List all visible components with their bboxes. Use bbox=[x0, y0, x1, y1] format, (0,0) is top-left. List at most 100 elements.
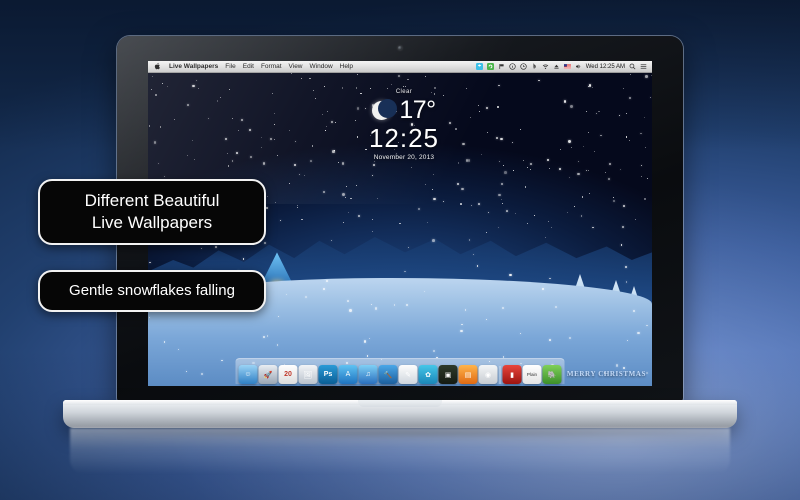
star bbox=[288, 129, 290, 131]
menu-item-format[interactable]: Format bbox=[261, 63, 282, 70]
wifi-icon[interactable] bbox=[542, 63, 549, 70]
callout-1-line-1: Different Beautiful bbox=[84, 191, 220, 211]
dock-icon-chrome[interactable]: ◉ bbox=[478, 365, 498, 384]
dock-icon-launchpad[interactable]: 🚀 bbox=[258, 365, 278, 384]
dock-icon-gameboy[interactable]: ▣ bbox=[438, 365, 458, 384]
snowflake bbox=[372, 163, 375, 166]
star bbox=[559, 148, 561, 150]
snowflake bbox=[214, 245, 217, 249]
snowflake bbox=[619, 114, 621, 116]
star bbox=[524, 186, 526, 188]
search-icon[interactable] bbox=[629, 63, 636, 70]
dock-icon-glyph: ▣ bbox=[444, 371, 452, 379]
snowflake bbox=[249, 128, 251, 131]
flag-icon[interactable] bbox=[498, 63, 505, 70]
star bbox=[588, 192, 590, 194]
dock-icon-finder[interactable]: ☺ bbox=[238, 365, 258, 384]
dock-icon-plain[interactable]: Plain bbox=[522, 365, 542, 384]
snowflake bbox=[549, 338, 552, 341]
temperature-value: 17° bbox=[399, 95, 436, 124]
merry-christmas-text: MERRY CHRISTMAS bbox=[566, 370, 646, 378]
snowflake bbox=[407, 247, 409, 249]
dock-icon-red-app[interactable]: ▮ bbox=[502, 365, 522, 384]
snowflake bbox=[269, 137, 272, 140]
timemachine-icon[interactable] bbox=[520, 63, 527, 70]
dropbox-icon[interactable] bbox=[475, 63, 483, 70]
callout-live-wallpapers: Different Beautiful Live Wallpapers bbox=[38, 179, 266, 245]
star bbox=[587, 131, 589, 133]
crescent-moon-icon bbox=[372, 98, 398, 120]
notification-list-icon[interactable] bbox=[640, 63, 647, 70]
webcam-icon bbox=[398, 46, 402, 50]
star bbox=[325, 130, 326, 131]
star bbox=[296, 206, 298, 208]
snowflake bbox=[596, 112, 597, 114]
us-flag-icon[interactable] bbox=[563, 63, 571, 70]
star bbox=[460, 203, 462, 205]
macbook-pro-mockup: MERRY CHRISTMAS Clear 17° 12:25 November… bbox=[0, 0, 800, 500]
menu-bar: Live Wallpapers File Edit Format View Wi… bbox=[148, 61, 652, 73]
info-icon[interactable] bbox=[509, 63, 516, 70]
menu-bar-clock[interactable]: Wed 12:25 AM bbox=[586, 64, 625, 70]
dock-icon-evernote[interactable]: 🐘 bbox=[542, 365, 562, 384]
menu-item-app-name[interactable]: Live Wallpapers bbox=[169, 63, 218, 70]
dock-icon-textedit[interactable]: ✎ bbox=[398, 365, 418, 384]
star bbox=[260, 147, 262, 148]
dock-icon-ibooks[interactable]: ▤ bbox=[458, 365, 478, 384]
star bbox=[526, 222, 529, 224]
star bbox=[325, 125, 327, 127]
star bbox=[593, 150, 595, 152]
star bbox=[355, 185, 357, 186]
star bbox=[587, 169, 589, 171]
dock-icon-glyph: ✿ bbox=[425, 371, 431, 379]
star bbox=[291, 73, 292, 74]
star bbox=[626, 112, 627, 114]
dock-icon-xcode[interactable]: 🔨 bbox=[378, 365, 398, 384]
star bbox=[277, 154, 278, 156]
dock-separator bbox=[499, 366, 501, 384]
volume-icon[interactable] bbox=[575, 63, 582, 70]
snowflake bbox=[495, 136, 498, 139]
dock-icon-glyph: Ps bbox=[323, 371, 333, 378]
sync-icon[interactable] bbox=[486, 63, 494, 70]
snowflake bbox=[330, 120, 333, 123]
snowflake bbox=[645, 75, 648, 78]
menu-item-view[interactable]: View bbox=[289, 63, 303, 70]
laptop-base-notch bbox=[358, 400, 442, 407]
menu-item-help[interactable]: Help bbox=[340, 63, 353, 70]
menu-item-edit[interactable]: Edit bbox=[243, 63, 254, 70]
snowflake bbox=[568, 140, 571, 143]
apple-logo-icon[interactable] bbox=[154, 62, 161, 71]
callout-2-line-1: Gentle snowflakes falling bbox=[69, 282, 235, 300]
star bbox=[155, 94, 157, 96]
bluetooth-icon[interactable] bbox=[531, 63, 538, 70]
weather-condition: Clear bbox=[395, 89, 413, 95]
dock-icon-itunes[interactable]: ♫ bbox=[358, 365, 378, 384]
snowflake bbox=[640, 164, 642, 166]
snowflake bbox=[432, 238, 435, 242]
star bbox=[226, 152, 228, 154]
callout-snowflakes: Gentle snowflakes falling bbox=[38, 270, 266, 312]
dock-icon-preview[interactable]: 🖼 bbox=[298, 365, 318, 384]
snowflake bbox=[456, 182, 459, 185]
snowflake bbox=[349, 309, 352, 312]
star bbox=[426, 221, 428, 223]
dock-icon-calendar[interactable]: 20 bbox=[278, 365, 298, 384]
dock-icon-glyph: 20 bbox=[284, 371, 292, 378]
dock-icon-app-store[interactable]: A bbox=[338, 365, 358, 384]
eject-icon[interactable] bbox=[553, 63, 560, 70]
menu-item-file[interactable]: File bbox=[225, 63, 235, 70]
snowflake bbox=[622, 205, 625, 208]
snowflake bbox=[549, 277, 551, 279]
dock-icon-photoshop[interactable]: Ps bbox=[318, 365, 338, 384]
star bbox=[644, 146, 646, 148]
snowflake bbox=[236, 152, 238, 155]
star bbox=[497, 106, 499, 108]
dock[interactable]: ☺ 🚀 20 🖼 Ps A ♫ 🔨 ✎ ✿ ▣ ▤ ◉ ▮ Plain 🐘 bbox=[235, 358, 565, 384]
star bbox=[371, 218, 373, 220]
menu-item-window[interactable]: Window bbox=[310, 63, 333, 70]
dock-icon-live-wallpapers[interactable]: ✿ bbox=[418, 365, 438, 384]
star bbox=[433, 173, 434, 175]
star bbox=[549, 167, 550, 169]
snowflake bbox=[460, 330, 463, 333]
